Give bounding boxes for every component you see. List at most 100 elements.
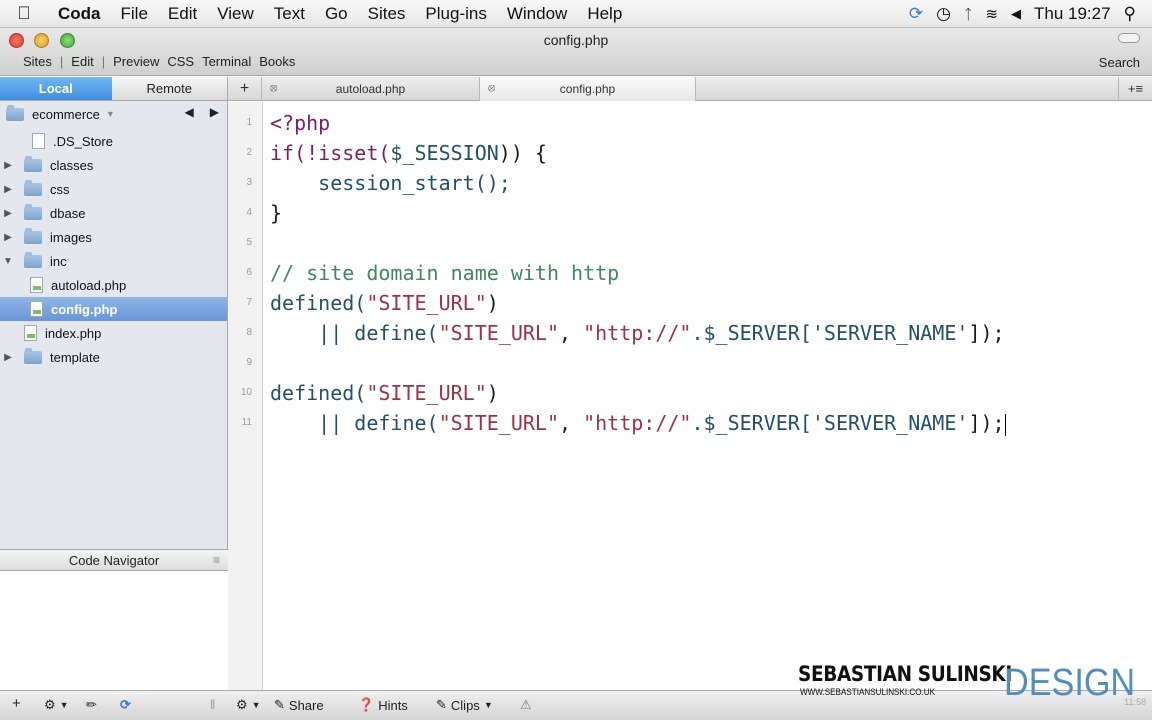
clips-button[interactable]: ✎ Clips ▼ (436, 697, 493, 713)
tab-label: autoload.php (335, 81, 406, 96)
code-line[interactable]: if(!isset($_SESSION)) { (264, 132, 1152, 165)
brush-icon[interactable]: ✏ (86, 697, 97, 713)
tree-item-dbase[interactable]: ▶ dbase (0, 201, 227, 225)
menu-text[interactable]: Text (264, 4, 315, 24)
disclosure-right-icon[interactable]: ▶ (0, 352, 16, 363)
menu-go[interactable]: Go (315, 4, 358, 24)
menu-file[interactable]: File (111, 4, 158, 24)
code-token: || define( (270, 321, 439, 345)
tab-label: config.php (559, 81, 616, 96)
tab-config-php[interactable]: ⦻ config.php (480, 76, 696, 101)
sync-icon[interactable]: ⟳ (909, 4, 923, 24)
grip-icon[interactable]: ≡ (213, 553, 220, 567)
code-navigator-panel (0, 571, 228, 690)
tree-item-images[interactable]: ▶ images (0, 225, 227, 249)
tree-item-inc[interactable]: ▼ inc (0, 249, 227, 273)
code-line[interactable]: <?php (264, 102, 1152, 135)
gear-icon[interactable]: ⚙ ▼ (44, 697, 69, 713)
clips-label: Clips (450, 697, 480, 713)
volume-icon[interactable]: ◀ (1011, 6, 1021, 22)
toolbar-css[interactable]: CSS (167, 54, 194, 69)
folder-open-icon (24, 251, 42, 268)
add-tab-button[interactable]: + (228, 76, 262, 101)
chevron-down-icon: ▼ (105, 109, 115, 119)
code-navigator-header[interactable]: Code Navigator ≡ (0, 549, 228, 571)
line-number: 10 (240, 387, 252, 398)
code-line[interactable]: || define("SITE_URL", "http://".$_SERVER… (264, 312, 1152, 345)
apple-icon[interactable]:  (0, 3, 48, 24)
php-file-icon (30, 301, 43, 317)
watermark-design: DESIGN (1004, 662, 1136, 704)
wifi-icon[interactable]: ≋ (985, 5, 998, 23)
code-line[interactable]: defined("SITE_URL") (264, 372, 1152, 405)
menu-edit[interactable]: Edit (158, 4, 207, 24)
code-token: ]); (968, 411, 1005, 435)
line-number: 5 (246, 237, 252, 248)
menu-help[interactable]: Help (577, 4, 632, 24)
menu-app[interactable]: Coda (48, 4, 111, 24)
tree-item-config-php[interactable]: config.php (0, 297, 227, 321)
toolbar-books[interactable]: Books (259, 54, 295, 69)
code-line[interactable]: defined("SITE_URL") (264, 282, 1152, 315)
editor-gear-icon[interactable]: ⚙ ▼ (236, 697, 261, 713)
folder-icon (24, 347, 42, 364)
disclosure-right-icon[interactable]: ▶ (0, 184, 16, 195)
tree-item-template[interactable]: ▶ template (0, 345, 227, 369)
code-line[interactable] (264, 342, 1152, 372)
menu-view[interactable]: View (207, 4, 264, 24)
code-token: "SITE_URL" (438, 411, 559, 435)
site-selector[interactable]: ecommerce ▼ ◀ ▶ (0, 101, 227, 127)
code-line[interactable]: // site domain name with http (264, 252, 1152, 285)
code-line[interactable] (264, 222, 1152, 252)
code-line[interactable]: } (264, 192, 1152, 225)
tree-item-label: index.php (45, 325, 102, 341)
resize-grip-icon[interactable]: ‖ (210, 697, 215, 712)
window-title: config.php (543, 32, 609, 48)
time-machine-icon[interactable]: ◷ (936, 4, 951, 24)
tree-item-classes[interactable]: ▶ classes (0, 153, 227, 177)
toolbar-toggle-button[interactable] (1118, 33, 1140, 43)
code-token: 'SERVER_NAME' (811, 321, 969, 345)
tree-item-index-php[interactable]: index.php (0, 321, 227, 345)
code-line[interactable]: session_start(); (264, 162, 1152, 195)
site-name: ecommerce (32, 106, 100, 122)
line-number: 11 (241, 417, 252, 428)
spotlight-icon[interactable]: ⚲ (1124, 4, 1136, 24)
code-line[interactable]: || define("SITE_URL", "http://".$_SERVER… (264, 402, 1152, 436)
tree-item-label: inc (50, 253, 67, 269)
clock[interactable]: Thu 19:27 (1034, 4, 1111, 24)
local-tab[interactable]: Local (0, 77, 112, 100)
forward-arrow-icon[interactable]: ▶ (210, 105, 219, 119)
line-number: 3 (246, 177, 252, 188)
toolbar-search[interactable]: Search (1099, 55, 1140, 70)
tree-item-css[interactable]: ▶ css (0, 177, 227, 201)
toolbar-terminal[interactable]: Terminal (202, 54, 251, 69)
hints-button[interactable]: ❓ Hints (358, 697, 408, 713)
code-editor[interactable]: <?php if(!isset($_SESSION)) { session_sta… (264, 102, 1152, 690)
sync-icon[interactable]: ⟳ (120, 697, 131, 713)
disclosure-down-icon[interactable]: ▼ (0, 256, 16, 267)
share-button[interactable]: ✎ Share (274, 697, 324, 713)
folder-icon (24, 203, 42, 220)
disclosure-right-icon[interactable]: ▶ (0, 232, 16, 243)
back-arrow-icon[interactable]: ◀ (185, 105, 194, 119)
toolbar-preview[interactable]: Preview (113, 54, 159, 69)
tab-overflow-icon[interactable]: +≡ (1118, 76, 1152, 101)
remote-tab[interactable]: Remote (111, 77, 227, 100)
tab-autoload-php[interactable]: ⦻ autoload.php (262, 76, 480, 101)
menu-plugins[interactable]: Plug-ins (415, 4, 496, 24)
toolbar-sites[interactable]: Sites (23, 54, 52, 69)
tree-item-autoload-php[interactable]: autoload.php (0, 273, 227, 297)
warning-icon[interactable]: ⚠ (520, 697, 532, 713)
add-icon[interactable]: + (12, 695, 21, 712)
disclosure-right-icon[interactable]: ▶ (0, 160, 16, 171)
toolbar-separator: | (101, 54, 106, 69)
bluetooth-icon[interactable]: ᛏ (964, 6, 972, 22)
code-token: } (270, 201, 283, 225)
menu-window[interactable]: Window (497, 4, 577, 24)
code-token: .$_SERVER[ (691, 321, 812, 345)
toolbar-edit[interactable]: Edit (71, 54, 93, 69)
menu-sites[interactable]: Sites (358, 4, 416, 24)
tree-item-ds-store[interactable]: .DS_Store (0, 129, 227, 153)
disclosure-right-icon[interactable]: ▶ (0, 208, 16, 219)
